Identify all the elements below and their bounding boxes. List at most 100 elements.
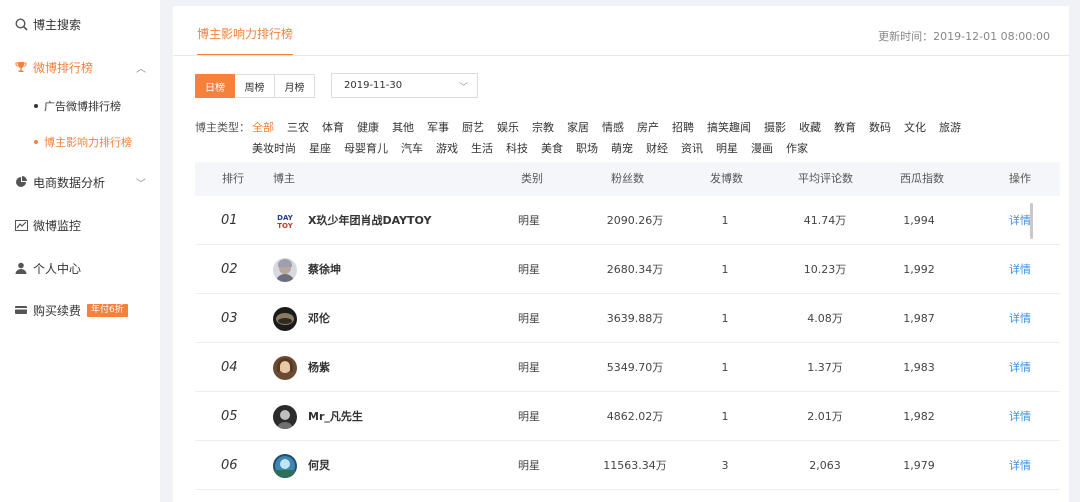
category-option[interactable]: 星座 [309,140,331,156]
category-option[interactable]: 作家 [786,140,808,156]
category-option[interactable]: 母婴育儿 [344,140,388,156]
nav-monitor[interactable]: 微博监控 [0,215,160,235]
avatar[interactable] [273,356,297,380]
col-header-action: 操作 [1009,172,1031,185]
category-option[interactable]: 职场 [576,140,598,156]
header-divider [173,55,1069,56]
category-option[interactable]: 科技 [506,140,528,156]
category-option[interactable]: 搞笑趣闻 [707,119,751,135]
sub-nav-ad-rank-label: 广告微博排行榜 [44,100,121,113]
nav-ecommerce-label: 电商数据分析 [33,175,106,190]
bullet-icon [34,140,38,144]
sub-nav-ad-rank[interactable]: 广告微博排行榜 [0,97,160,115]
promo-badge: 年付6折 [87,303,128,317]
xigua-index: 1,994 [903,214,935,227]
table-row: 05 Mr_凡先生 明星 4862.02万 1 2.01万 1,982 详情 [195,392,1060,441]
blogger-name[interactable]: Mr_凡先生 [308,392,363,441]
avatar[interactable] [273,454,297,478]
detail-link[interactable]: 详情 [1009,196,1031,245]
nav-weibo-rank[interactable]: 微博排行榜 ︿ [0,57,160,77]
category-option[interactable]: 房产 [637,119,659,135]
nav-blogger-search[interactable]: 博主搜索 [0,14,160,34]
tab-monthly[interactable]: 月榜 [275,74,315,98]
blogger-name[interactable]: X玖少年团肖战DAYTOY [308,196,431,245]
category-option[interactable]: 情感 [602,119,624,135]
rank-number: 04 [221,360,238,375]
post-count: 3 [721,459,729,472]
post-count: 1 [721,214,729,227]
blogger-category: 明星 [518,263,540,276]
post-count: 1 [721,263,729,276]
avg-comments: 2,063 [809,459,841,472]
col-header-category: 类别 [521,172,543,185]
category-option[interactable]: 厨艺 [462,119,484,135]
category-option[interactable]: 旅游 [939,119,961,135]
category-option[interactable]: 宗教 [532,119,554,135]
scrollbar[interactable] [1030,203,1033,239]
category-option[interactable]: 招聘 [672,119,694,135]
blogger-name[interactable]: 蔡徐坤 [308,245,341,294]
detail-link[interactable]: 详情 [1009,392,1031,441]
xigua-index: 1,979 [903,459,935,472]
category-option[interactable]: 三农 [287,119,309,135]
nav-ecommerce[interactable]: 电商数据分析 ﹀ [0,172,160,192]
category-option[interactable]: 汽车 [401,140,423,156]
table-row: 04 杨紫 明星 5349.70万 1 1.37万 1,983 详情 [195,343,1060,392]
sub-nav-influence-rank-label: 博主影响力排行榜 [44,136,132,149]
nav-purchase[interactable]: 购买续费 年付6折 [0,300,160,320]
rank-number: 03 [221,311,238,326]
blogger-category: 明星 [518,459,540,472]
update-time: 更新时间：2019-12-01 08:00:00 [878,30,1050,43]
blogger-category: 明星 [518,361,540,374]
trophy-icon [14,60,28,74]
tab-daily[interactable]: 日榜 [195,74,235,98]
category-option[interactable]: 游戏 [436,140,458,156]
avatar[interactable]: DAY TOY [273,209,297,233]
category-option[interactable]: 家居 [567,119,589,135]
tab-weekly[interactable]: 周榜 [235,74,275,98]
col-header-fans: 粉丝数 [611,172,644,185]
category-option[interactable]: 其他 [392,119,414,135]
category-option[interactable]: 数码 [869,119,891,135]
avatar[interactable] [273,258,297,282]
page-title[interactable]: 博主影响力排行榜 [197,25,293,42]
category-option[interactable]: 财经 [646,140,668,156]
table-row: 06 何炅 明星 11563.34万 3 2,063 1,979 详情 [195,441,1060,490]
nav-personal[interactable]: 个人中心 [0,258,160,278]
rank-number: 02 [221,262,238,277]
xigua-index: 1,987 [903,312,935,325]
category-option[interactable]: 萌宠 [611,140,633,156]
avatar[interactable] [273,307,297,331]
category-option[interactable]: 体育 [322,119,344,135]
category-option[interactable]: 美妆时尚 [252,140,296,156]
category-option[interactable]: 军事 [427,119,449,135]
category-option[interactable]: 全部 [252,119,274,135]
category-option[interactable]: 收藏 [799,119,821,135]
category-option[interactable]: 资讯 [681,140,703,156]
xigua-index: 1,992 [903,263,935,276]
avatar[interactable] [273,405,297,429]
category-option[interactable]: 摄影 [764,119,786,135]
detail-link[interactable]: 详情 [1009,245,1031,294]
date-select[interactable]: 2019-11-30 ﹀ [331,73,478,98]
category-option[interactable]: 美食 [541,140,563,156]
category-option[interactable]: 生活 [471,140,493,156]
avg-comments: 10.23万 [803,263,847,276]
blogger-name[interactable]: 何炅 [308,441,330,490]
detail-link[interactable]: 详情 [1009,441,1031,490]
category-option[interactable]: 漫画 [751,140,773,156]
category-option[interactable]: 文化 [904,119,926,135]
category-option[interactable]: 明星 [716,140,738,156]
category-option[interactable]: 娱乐 [497,119,519,135]
detail-link[interactable]: 详情 [1009,343,1031,392]
category-option[interactable]: 健康 [357,119,379,135]
main-panel: 博主影响力排行榜 更新时间：2019-12-01 08:00:00 日榜 周榜 … [173,6,1069,502]
post-count: 1 [721,410,729,423]
category-option[interactable]: 教育 [834,119,856,135]
bullet-icon [34,104,38,108]
card-icon [14,303,28,317]
detail-link[interactable]: 详情 [1009,294,1031,343]
sub-nav-influence-rank[interactable]: 博主影响力排行榜 [0,133,160,151]
blogger-name[interactable]: 杨紫 [308,343,330,392]
blogger-name[interactable]: 邓伦 [308,294,330,343]
